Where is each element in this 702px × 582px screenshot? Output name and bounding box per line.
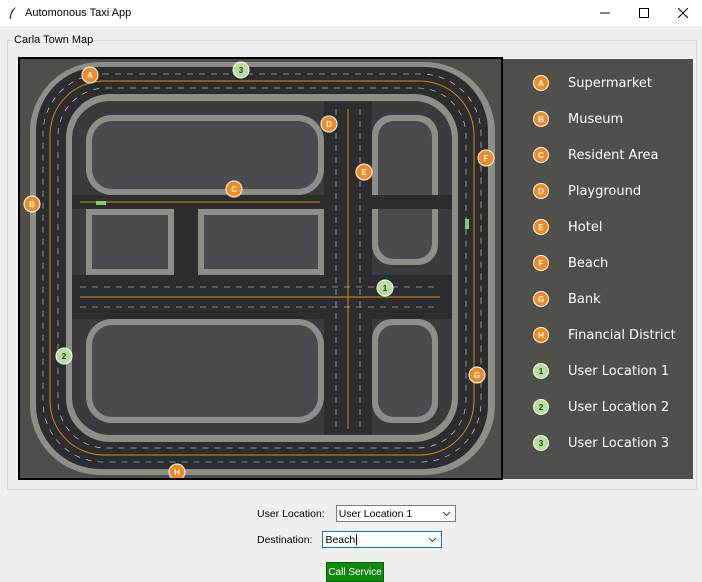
legend-label: Beach [568,255,609,271]
map-marker-1[interactable]: 1 [376,279,394,297]
legend-badge: C [533,147,549,163]
call-service-button[interactable]: Call Service [326,562,384,582]
feather-icon [8,6,18,20]
chevron-down-icon[interactable] [428,535,437,544]
legend-item: F Beach [503,253,608,273]
legend-badge: D [533,183,549,199]
marker-text: G [474,371,480,380]
legend-item: B Museum [503,109,623,129]
legend-label: Supermarket [568,75,652,91]
user-location-select[interactable]: User Location 1 [335,505,456,522]
marker-text: B [29,200,35,209]
map-marker-h[interactable]: H [168,463,186,478]
destination-select[interactable]: Beach [322,531,443,548]
close-button[interactable] [663,0,702,26]
close-icon [677,8,688,18]
maximize-button[interactable] [624,0,663,26]
legend-label: User Location 2 [568,399,670,415]
legend-item: E Hotel [503,217,602,237]
marker-text: H [174,468,180,477]
town-map[interactable]: A B C D E F G H 1 2 3 [18,57,503,480]
maximize-icon [638,8,649,18]
legend-item: C Resident Area [503,145,658,165]
legend-badge: 3 [533,435,549,451]
user-location-row: User Location: User Location 1 [257,505,456,522]
legend-badge: G [533,291,549,307]
map-marker-d[interactable]: D [320,115,338,133]
map-group-label: Carla Town Map [12,34,96,46]
legend-item: 2 User Location 2 [503,397,669,417]
marker-text: 2 [62,352,67,361]
map-marker-3[interactable]: 3 [232,61,250,79]
marker-text: F [484,154,489,163]
destination-label: Destination: [257,533,313,546]
legend-badge: E [533,219,549,235]
map-marker-a[interactable]: A [81,66,99,84]
legend-item: D Playground [503,181,641,201]
map-marker-e[interactable]: E [355,163,373,181]
legend-badge: A [533,75,549,91]
chevron-down-icon[interactable] [442,509,451,518]
legend-label: Bank [568,291,601,307]
title-bar: Automonous Taxi App [0,0,702,26]
marker-text: A [87,71,93,80]
town-map-canvas[interactable]: A B C D E F G H 1 2 3 [20,59,501,478]
marker-text: 3 [239,66,244,75]
legend-label: Resident Area [568,147,659,163]
destination-row: Destination: Beach [257,531,443,548]
legend-label: Playground [568,183,642,199]
legend-item: G Bank [503,289,601,309]
window-title: Automonous Taxi App [25,7,132,19]
legend-label: User Location 3 [568,435,670,451]
marker-text: E [361,168,367,177]
legend-badge: 1 [533,363,549,379]
destination-value: Beach [325,533,356,546]
user-location-value: User Location 1 [338,507,413,520]
marker-text: D [326,120,332,129]
legend-item: A Supermarket [503,73,652,93]
legend-label: User Location 1 [568,363,670,379]
map-marker-b[interactable]: B [23,195,41,213]
legend-label: Hotel [568,219,603,235]
legend-badge: B [533,111,549,127]
legend-badge: 2 [533,399,549,415]
legend-label: Museum [568,111,624,127]
text-caret [356,534,358,545]
minimize-icon [599,12,610,14]
user-location-label: User Location: [257,507,325,520]
marker-text: C [231,185,237,194]
map-marker-g[interactable]: G [468,366,486,384]
map-legend: A Supermarket B Museum C Resident Area D Playgr… [503,59,693,479]
legend-item: 1 User Location 1 [503,361,669,381]
map-marker-f[interactable]: F [477,149,495,167]
legend-badge: H [533,327,549,343]
legend-item: H Financial District [503,325,676,345]
minimize-button[interactable] [585,0,624,26]
legend-label: Financial District [568,327,676,343]
marker-text: 1 [383,284,388,293]
legend-item: 3 User Location 3 [503,433,669,453]
map-marker-c[interactable]: C [225,180,243,198]
legend-badge: F [533,255,549,271]
map-marker-2[interactable]: 2 [55,347,73,365]
